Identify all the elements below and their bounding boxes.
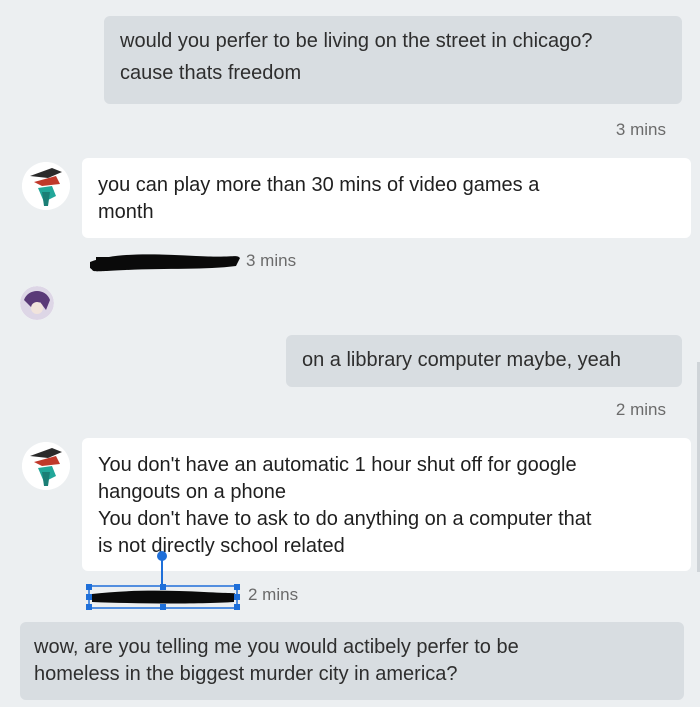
- message-bubble-sent[interactable]: on a libbrary computer maybe, yeah: [286, 335, 682, 387]
- message-line: homeless in the biggest murder city in a…: [34, 663, 458, 685]
- message-line: cause thats freedom: [120, 62, 302, 84]
- message-bubble-received[interactable]: You don't have an automatic 1 hour shut …: [82, 438, 691, 571]
- timestamp: 3 mins: [246, 251, 297, 270]
- timestamp: 2 mins: [615, 400, 666, 419]
- redacted-sender-name: [86, 584, 240, 610]
- message-line: wow, are you telling me you would actibe…: [34, 636, 519, 658]
- bird-avatar-icon[interactable]: [22, 162, 70, 210]
- message-line: you can play more than 30 mins of video …: [98, 174, 540, 196]
- redacted-sender-name: [90, 254, 240, 272]
- message-bubble-sent[interactable]: would you perfer to be living on the str…: [104, 16, 682, 104]
- timestamp: 3 mins: [615, 120, 666, 139]
- message-line: would you perfer to be living on the str…: [120, 30, 593, 52]
- message-line: hangouts on a phone: [98, 481, 286, 503]
- message-line: month: [98, 201, 154, 223]
- message-line: You don't have an automatic 1 hour shut …: [98, 454, 577, 476]
- message-line: is not directly school related: [98, 535, 345, 557]
- message-line: on a libbrary computer maybe, yeah: [302, 349, 622, 371]
- selection-handle[interactable]: [154, 550, 170, 586]
- purple-avatar-icon[interactable]: [20, 286, 54, 320]
- timestamp: 2 mins: [248, 585, 299, 604]
- message-line: You don't have to ask to do anything on …: [98, 508, 592, 530]
- message-bubble-sent[interactable]: wow, are you telling me you would actibe…: [20, 622, 684, 700]
- bird-avatar-icon[interactable]: [22, 442, 70, 490]
- message-bubble-received[interactable]: you can play more than 30 mins of video …: [82, 158, 691, 238]
